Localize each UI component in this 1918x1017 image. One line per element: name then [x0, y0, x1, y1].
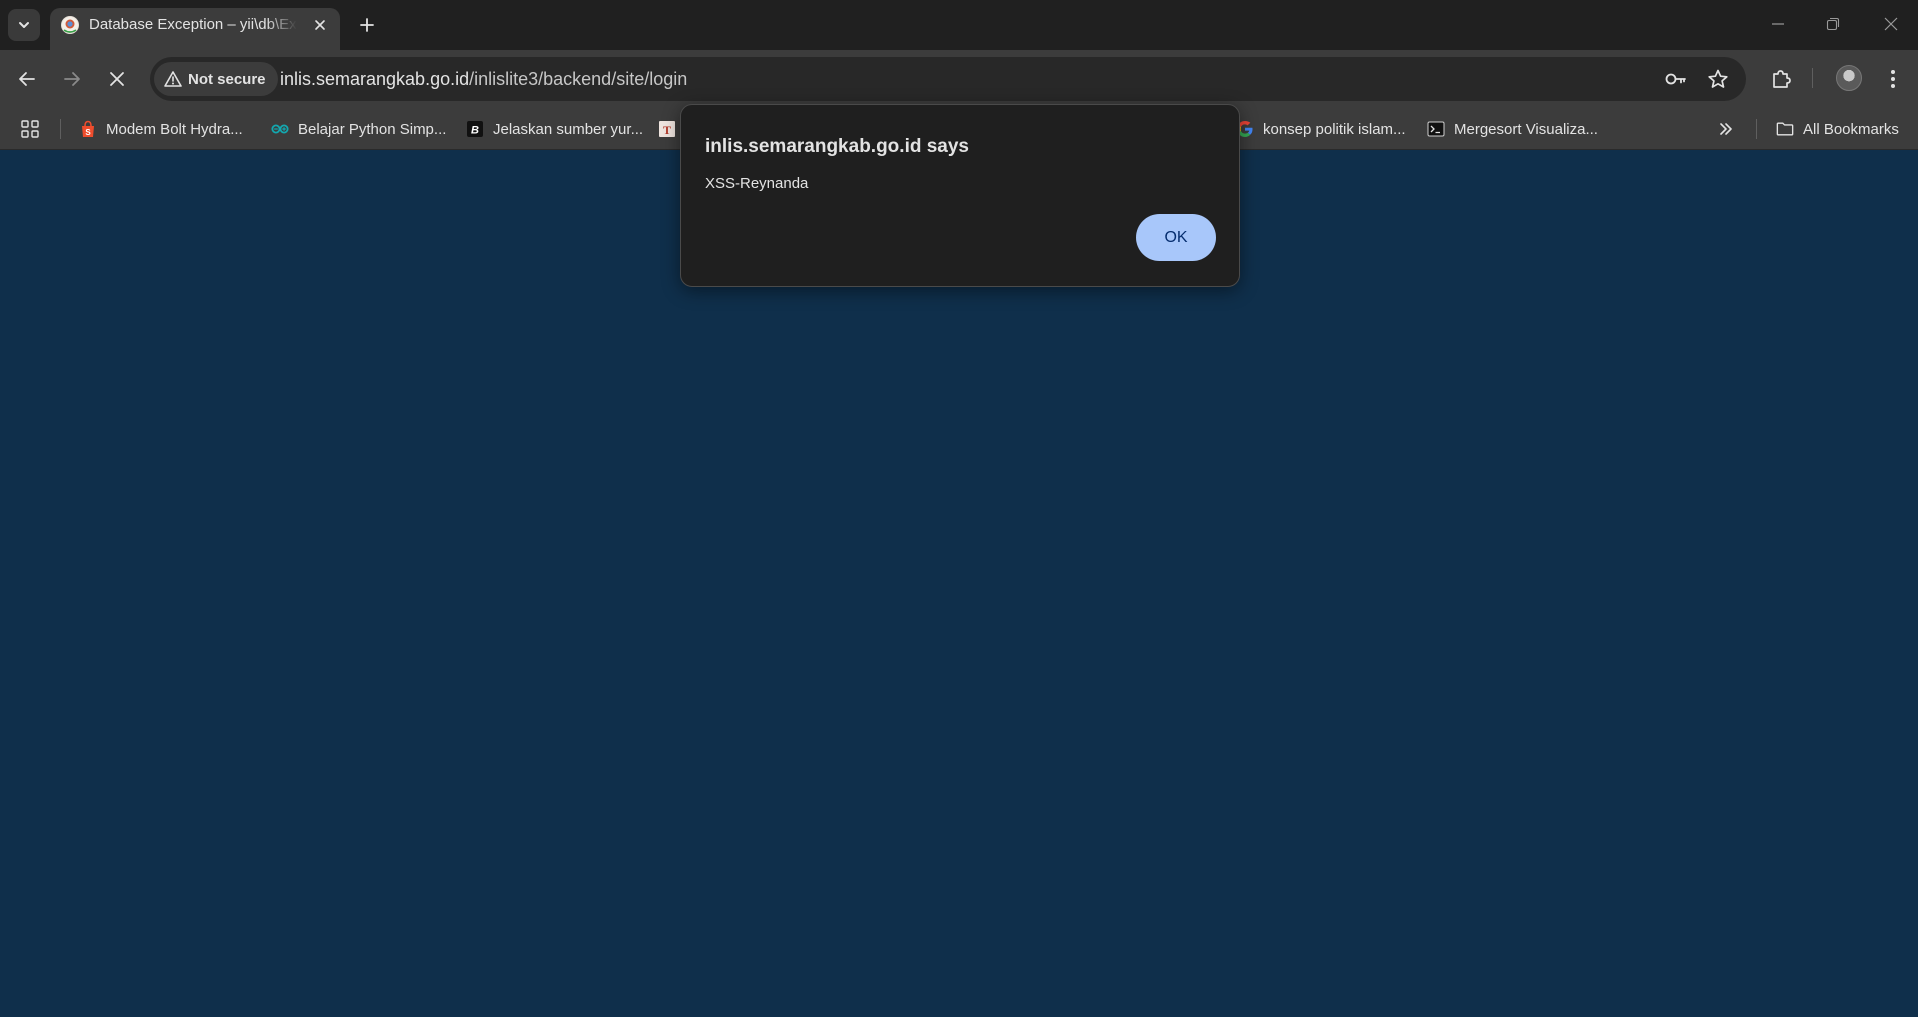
toolbar-separator [1812, 68, 1813, 88]
folder-icon [1776, 120, 1794, 138]
close-window-button[interactable] [1879, 12, 1903, 36]
more-vertical-icon [1890, 69, 1896, 89]
key-icon [1664, 67, 1688, 91]
stop-loading-button[interactable] [103, 65, 131, 93]
plus-icon [359, 17, 375, 33]
ok-button[interactable]: OK [1136, 214, 1216, 261]
bookmark-item[interactable]: B Jelaskan sumber yur... [466, 118, 643, 140]
t-icon: T [658, 120, 676, 138]
close-icon [109, 71, 125, 87]
browser-toolbar: Not secure inlis.semarangkab.go.id/inlis… [0, 50, 1918, 108]
shopee-icon: S [79, 120, 97, 138]
warning-triangle-icon [164, 70, 182, 88]
svg-text:B: B [471, 125, 479, 137]
dialog-title: inlis.semarangkab.go.id says [705, 136, 969, 157]
tab-title: Database Exception – yii\db\Exception [89, 16, 297, 33]
b-icon: B [466, 120, 484, 138]
tab-search-button[interactable] [8, 9, 40, 41]
close-icon [1884, 17, 1898, 31]
more-bookmarks-button[interactable] [1717, 118, 1735, 140]
svg-text:T: T [663, 123, 671, 137]
url-path: /inlislite3/backend/site/login [469, 69, 688, 89]
bookmark-label: Mergesort Visualiza... [1454, 120, 1598, 138]
bookmark-item[interactable]: S Modem Bolt Hydra... [79, 118, 243, 140]
active-tab[interactable]: Database Exception – yii\db\Exception [50, 8, 340, 50]
all-bookmarks-label: All Bookmarks [1803, 120, 1899, 138]
url-text[interactable]: inlis.semarangkab.go.id/inlislite3/backe… [280, 69, 687, 89]
arduino-icon [271, 120, 289, 138]
dialog-message: XSS-Reynanda [705, 175, 809, 192]
terminal-icon [1427, 120, 1445, 138]
double-chevron-right-icon [1717, 120, 1735, 138]
svg-text:S: S [85, 128, 91, 137]
bookmark-label: Modem Bolt Hydra... [106, 120, 243, 138]
password-key-button[interactable] [1664, 67, 1688, 91]
forward-button[interactable] [58, 65, 86, 93]
apps-grid-icon [21, 120, 39, 138]
back-button[interactable] [13, 65, 41, 93]
bookmark-item[interactable]: Belajar Python Simp... [271, 118, 446, 140]
apps-button[interactable] [21, 118, 39, 140]
restore-button[interactable] [1821, 12, 1845, 36]
bookmark-item[interactable]: konsep politik islam... [1236, 118, 1406, 140]
bookmark-label: Jelaskan sumber yur... [493, 120, 644, 138]
bookmark-label: konsep politik islam... [1263, 120, 1406, 138]
minimize-button[interactable] [1766, 12, 1790, 36]
restore-icon [1826, 17, 1840, 31]
alert-dialog: inlis.semarangkab.go.id says XSS-Reynand… [680, 104, 1240, 287]
bookmarks-separator [1756, 119, 1757, 139]
arrow-left-icon [17, 69, 37, 89]
bookmark-item[interactable]: Mergesort Visualiza... [1427, 118, 1598, 140]
chevron-down-icon [17, 18, 31, 32]
bookmarks-separator [60, 119, 61, 139]
menu-button[interactable] [1879, 65, 1907, 93]
close-tab-icon[interactable] [310, 15, 330, 35]
extensions-button[interactable] [1767, 65, 1795, 93]
security-indicator[interactable]: Not secure [154, 62, 278, 96]
profile-avatar[interactable] [1836, 65, 1862, 91]
security-label: Not secure [188, 70, 266, 88]
arrow-right-icon [62, 69, 82, 89]
puzzle-icon [1770, 68, 1792, 90]
star-icon [1707, 68, 1729, 90]
new-tab-button[interactable] [355, 13, 379, 37]
minimize-icon [1771, 17, 1785, 31]
url-host: inlis.semarangkab.go.id [280, 69, 470, 89]
tab-strip: Database Exception – yii\db\Exception [0, 0, 1918, 50]
bookmark-star-button[interactable] [1706, 67, 1730, 91]
address-bar[interactable]: Not secure inlis.semarangkab.go.id/inlis… [150, 57, 1746, 101]
bookmark-label: Belajar Python Simp... [298, 120, 447, 138]
yii-framework-icon [61, 16, 79, 34]
all-bookmarks-button[interactable]: All Bookmarks [1776, 118, 1899, 140]
